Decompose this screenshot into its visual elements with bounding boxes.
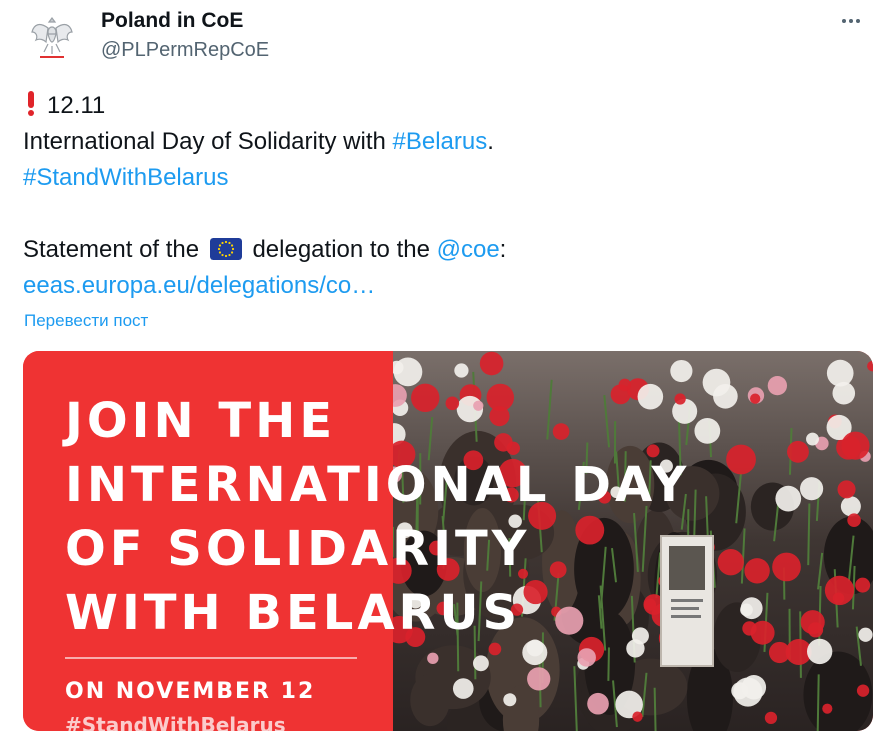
translate-post-link[interactable]: Перевести пост	[24, 311, 148, 331]
author-block: Poland in CoE @PLPermRepCoE	[101, 8, 269, 64]
polish-eagle-icon	[24, 10, 80, 66]
statement-prefix: Statement of the	[23, 236, 206, 263]
tweet-line-date: 12.11	[23, 88, 863, 124]
tweet-text: 12.11 International Day of Solidarity wi…	[23, 88, 863, 304]
eu-flag-icon	[210, 238, 242, 260]
banner-divider	[65, 657, 357, 659]
hashtag-standwithbelarus-link[interactable]: #StandWithBelarus	[23, 164, 228, 191]
headline-line-3: OF SOLIDARITY	[65, 523, 530, 575]
tweet-line-url: eeas.europa.eu/delegations/co…	[23, 268, 863, 304]
headline-line-2: INTERNATIONAL DAY	[65, 459, 690, 511]
portrait-sign	[661, 536, 713, 666]
headline-line-4: WITH BELARUS	[65, 587, 521, 639]
banner-date: ON NOVEMBER 12	[65, 678, 315, 706]
tweet-line-day-period: .	[487, 128, 494, 155]
more-options-icon[interactable]	[835, 10, 867, 32]
tweet-line-day-text: International Day of Solidarity with	[23, 128, 393, 155]
tweet-line-day: International Day of Solidarity with #Be…	[23, 124, 863, 160]
tweet-blank-line	[23, 196, 863, 232]
mention-coe-link[interactable]: @coe	[437, 236, 500, 263]
hashtag-belarus-link[interactable]: #Belarus	[393, 128, 488, 155]
handle[interactable]: @PLPermRepCoE	[101, 36, 269, 64]
statement-middle: delegation to the	[246, 236, 430, 263]
date-text: 12.11	[47, 92, 105, 119]
tweet-media-image[interactable]: JOIN THE INTERNATIONAL DAY OF SOLIDARITY…	[23, 351, 873, 731]
banner-hashtag: #StandWithBelarus	[65, 713, 286, 731]
tweet-line-statement: Statement of the delegation to the @coe:	[23, 232, 863, 268]
statement-suffix: :	[500, 236, 507, 263]
headline-line-1: JOIN THE	[65, 395, 336, 447]
tweet-line-hashtag: #StandWithBelarus	[23, 160, 863, 196]
exclamation-icon	[23, 89, 39, 117]
display-name[interactable]: Poland in CoE	[101, 8, 269, 34]
avatar[interactable]	[24, 10, 80, 66]
url-link[interactable]: eeas.europa.eu/delegations/co…	[23, 272, 375, 299]
